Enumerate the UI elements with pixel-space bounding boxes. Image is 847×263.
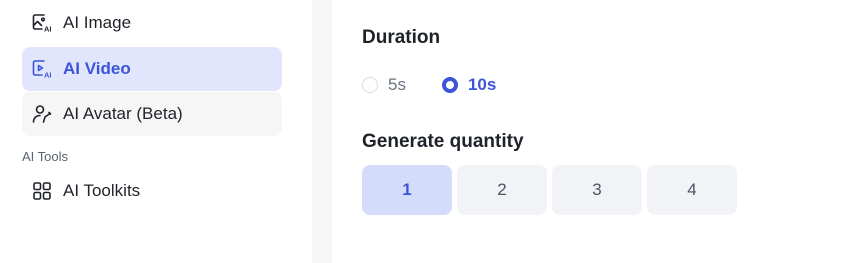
- radio-label: 10s: [467, 75, 497, 94]
- duration-radio-group: 5s 10s: [362, 73, 532, 97]
- radio-label: 5s: [388, 75, 406, 94]
- section-label-ai-tools: AI Tools: [22, 149, 69, 164]
- video-ai-icon: AI: [31, 58, 53, 80]
- quantity-option-2[interactable]: 2: [457, 165, 547, 215]
- sidebar: AI AI Image AI AI Video AI Avatar (Beta)…: [0, 0, 312, 263]
- sidebar-item-ai-image[interactable]: AI AI Image: [22, 1, 282, 45]
- duration-option-5s[interactable]: 5s: [362, 75, 406, 95]
- sidebar-item-ai-toolkits[interactable]: AI Toolkits: [22, 169, 282, 213]
- avatar-icon: [31, 103, 53, 125]
- grid-icon: [31, 180, 53, 202]
- image-ai-icon: AI: [31, 12, 53, 34]
- quantity-selector: 1 2 3 4: [362, 165, 742, 215]
- sidebar-item-label: AI Avatar (Beta): [63, 104, 183, 123]
- radio-button-checked[interactable]: [441, 77, 458, 93]
- sidebar-item-ai-avatar[interactable]: AI Avatar (Beta): [22, 92, 282, 136]
- panel-divider: [312, 0, 332, 263]
- sidebar-item-ai-video[interactable]: AI AI Video: [22, 47, 282, 91]
- sidebar-item-label: AI Video: [63, 59, 131, 78]
- duration-option-10s[interactable]: 10s: [441, 75, 497, 95]
- quantity-option-3[interactable]: 3: [552, 165, 642, 215]
- quantity-heading: Generate quantity: [362, 131, 524, 152]
- svg-text:AI: AI: [44, 71, 52, 80]
- app-root: AI AI Image AI AI Video AI Avatar (Beta)…: [0, 0, 847, 263]
- svg-text:AI: AI: [44, 25, 52, 34]
- settings-panel: Duration 5s 10s Generate quantity 1 2 3 …: [332, 0, 847, 263]
- duration-heading: Duration: [362, 27, 441, 48]
- quantity-option-4[interactable]: 4: [647, 165, 737, 215]
- radio-button[interactable]: [362, 77, 378, 93]
- sidebar-item-label: AI Image: [63, 13, 132, 32]
- sidebar-item-label: AI Toolkits: [63, 181, 141, 200]
- quantity-option-1[interactable]: 1: [362, 165, 452, 215]
